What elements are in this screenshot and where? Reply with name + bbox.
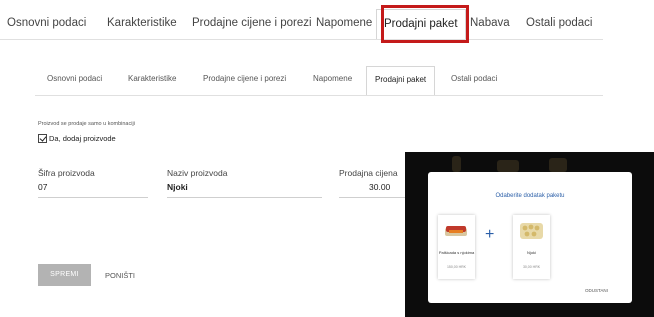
add-products-checkbox[interactable] [38,134,47,143]
product-code-field[interactable]: 07 [38,182,47,192]
product-name-field[interactable]: Njoki [167,182,188,192]
main-tab-prodajne-cijene[interactable]: Prodajne cijene i porezi [192,17,312,29]
sub-tab-divider [35,95,603,96]
cancel-button[interactable]: PONIŠTI [105,271,135,280]
main-tab-osnovni-podaci[interactable]: Osnovni podaci [7,17,86,29]
addon-card-2-name: Njoki [527,250,536,255]
dish-image [443,221,470,241]
sub-tab-ostali-podaci[interactable]: Ostali podaci [451,74,497,83]
package-addon-modal: Odaberite dodatak paketu Palšicada s njo… [428,172,632,303]
product-name-underline [167,197,322,198]
backdrop-shape [497,160,519,172]
backdrop-shape [549,158,567,172]
add-products-checkbox-label: Da, dodaj proizvode [49,134,116,143]
main-tab-bar: Osnovni podaci Karakteristike Prodajne c… [0,0,654,40]
sub-tab-karakteristike[interactable]: Karakteristike [128,74,176,83]
main-tab-karakteristike[interactable]: Karakteristike [107,17,177,29]
addon-card-1-price: 150,00 HRK [446,265,467,269]
save-button[interactable]: SPREMI [38,264,91,286]
product-code-underline [38,197,148,198]
addon-card-1-name: Palšicada s njokima [438,250,475,255]
modal-title: Odaberite dodatak paketu [495,193,565,199]
modal-cancel-button[interactable]: ODUSTANI [585,288,608,293]
sale-price-underline [339,197,405,198]
add-products-checkbox-row[interactable]: Da, dodaj proizvode [38,134,116,143]
sale-price-field[interactable]: 30.00 [369,182,390,192]
dish-image [518,221,545,241]
sub-tab-prodajne-cijene[interactable]: Prodajne cijene i porezi [203,74,286,83]
sale-price-label: Prodajna cijena [339,168,398,178]
tab-highlight-box [381,5,469,43]
sub-tab-napomene[interactable]: Napomene [313,74,352,83]
main-tab-ostali-podaci[interactable]: Ostali podaci [526,17,592,29]
addon-card-1[interactable]: Palšicada s njokima 150,00 HRK [438,215,475,279]
sub-tab-osnovni-podaci[interactable]: Osnovni podaci [47,74,102,83]
plus-icon: + [485,226,495,243]
sub-tab-prodajni-paket[interactable]: Prodajni paket [366,66,436,96]
main-tab-divider [0,39,603,40]
main-tab-napomene[interactable]: Napomene [316,17,372,29]
main-tab-nabava[interactable]: Nabava [470,17,510,29]
backdrop-shape [452,156,461,172]
product-name-label: Naziv proizvoda [167,168,228,178]
addon-card-2-price: 30,00 HRK [522,265,541,269]
addon-card-2[interactable]: Njoki 30,00 HRK [513,215,550,279]
product-code-label: Šifra proizvoda [38,168,95,178]
combination-label: Proizvod se prodaje samo u kombinaciji [38,121,135,127]
